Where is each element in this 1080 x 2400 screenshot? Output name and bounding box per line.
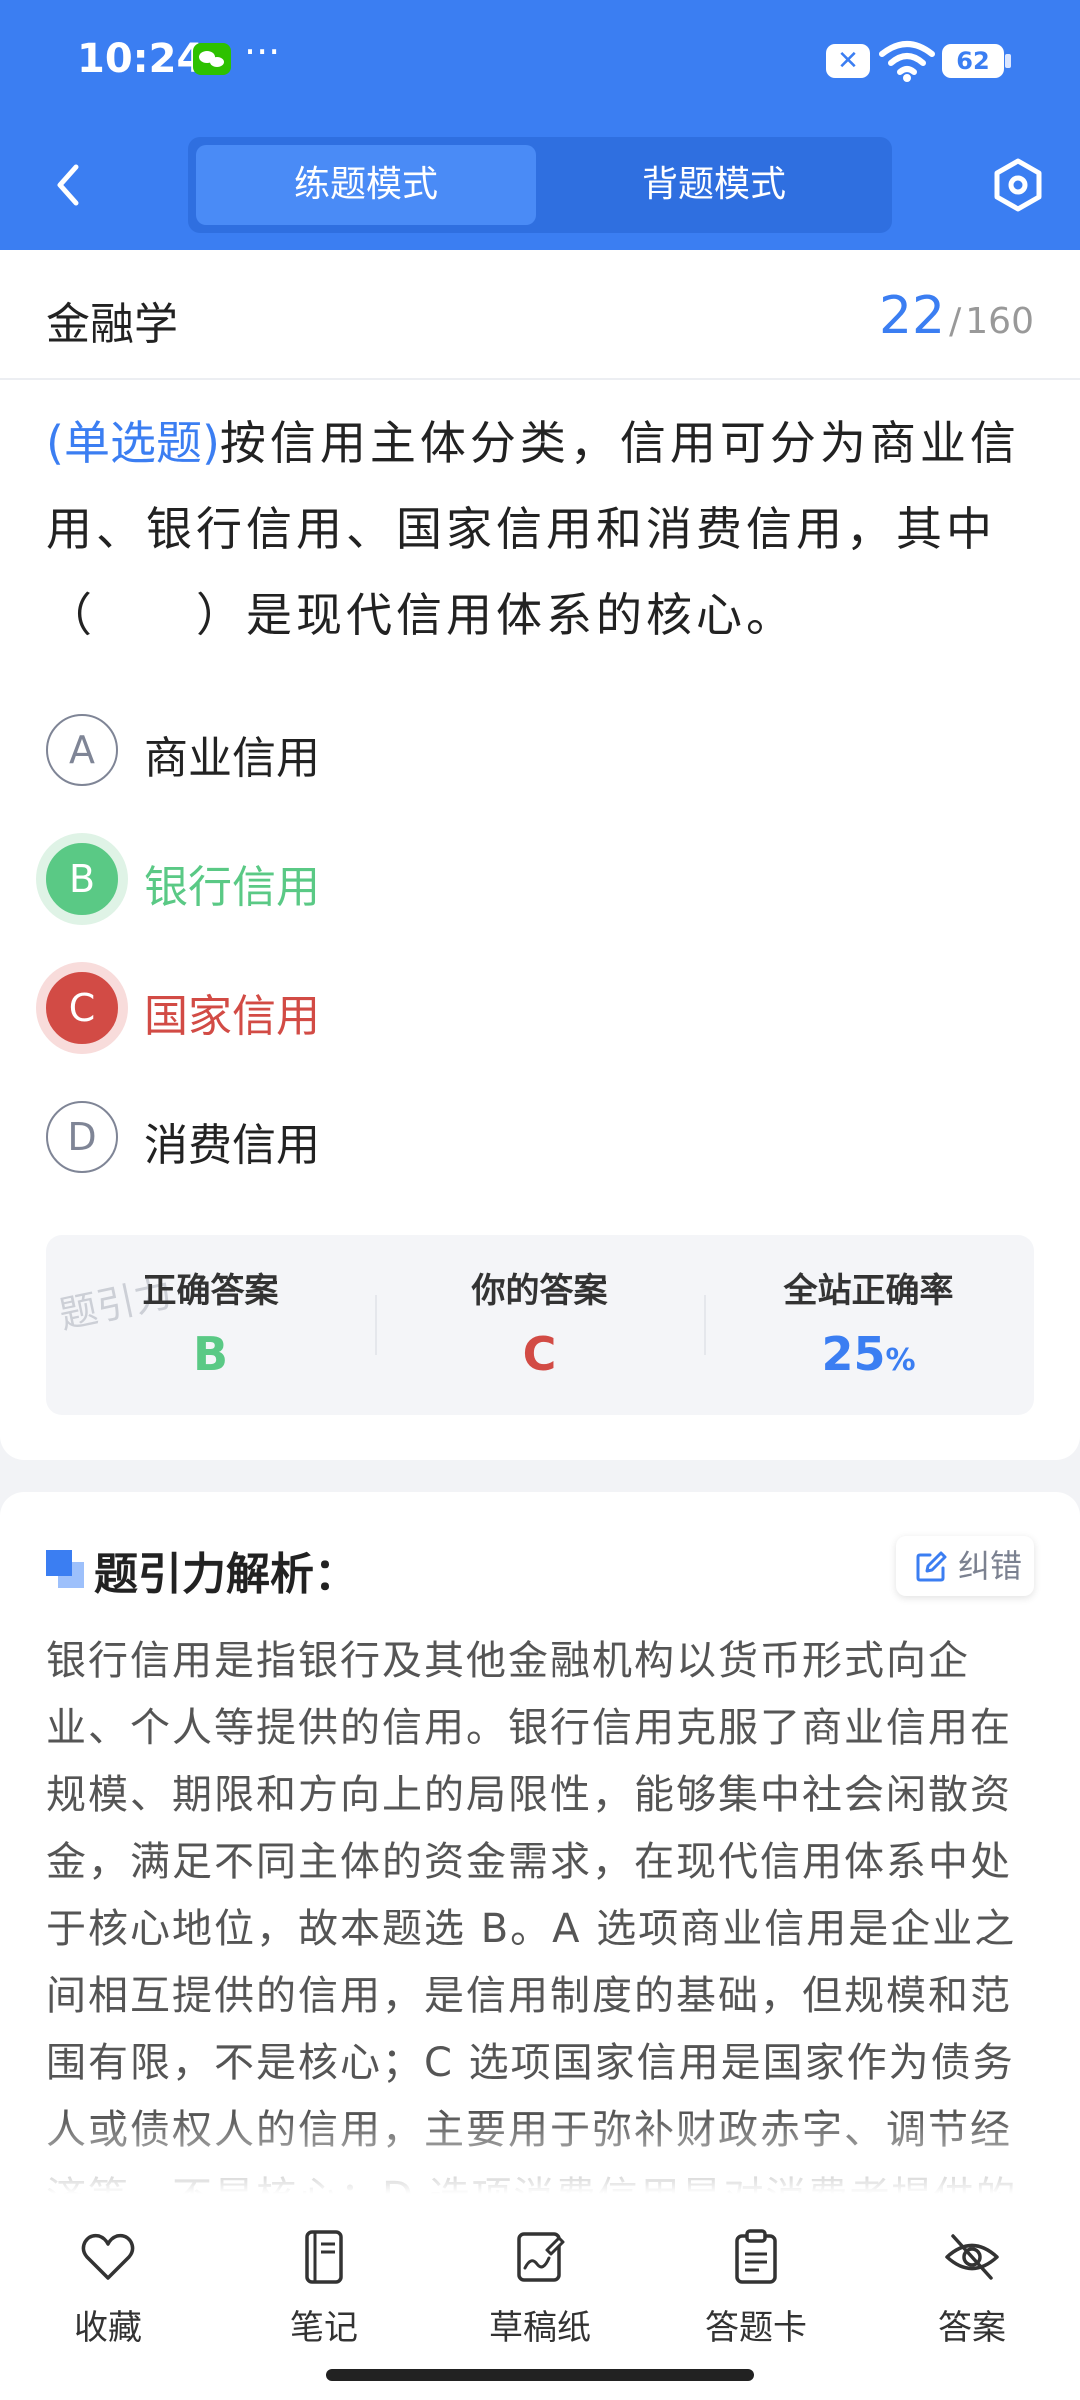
settings-icon[interactable]	[990, 157, 1046, 213]
your-answer-value: C	[522, 1327, 557, 1381]
option-a[interactable]: A 商业信用	[46, 710, 946, 790]
site-accuracy-block: 全站正确率 25%	[704, 1235, 1033, 1415]
battery-indicator: 62	[942, 44, 1011, 78]
tab-answer[interactable]: 答案	[872, 2228, 1072, 2358]
tab-practice-mode[interactable]: 练题模式	[196, 145, 536, 225]
total-question-count: 160	[965, 301, 1034, 342]
wechat-icon	[193, 43, 231, 75]
correct-answer-label: 正确答案	[142, 1271, 279, 1311]
site-accuracy-number: 25	[821, 1327, 886, 1381]
option-text: 消费信用	[144, 1120, 320, 1171]
option-letter: C	[46, 972, 118, 1044]
analysis-body: 银行信用是指银行及其他金融机构以货币形式向企业、个人等提供的信用。银行信用克服了…	[46, 1638, 1017, 2194]
draft-icon	[517, 2232, 565, 2282]
home-indicator[interactable]	[326, 2369, 754, 2381]
tab-label: 笔记	[290, 2308, 358, 2348]
current-question-number: 22	[878, 286, 946, 346]
question-type-tag: (单选题)	[46, 416, 220, 470]
answer-summary: 题引力 正确答案 B 你的答案 C 全站正确率 25%	[46, 1235, 1034, 1415]
heart-icon	[81, 2233, 135, 2280]
tab-notes[interactable]: 笔记	[224, 2228, 424, 2358]
clipboard-icon	[735, 2229, 777, 2284]
option-letter: A	[46, 714, 118, 786]
tab-favorite[interactable]: 收藏	[8, 2228, 208, 2358]
analysis-title: 题引力解析：	[94, 1549, 358, 1600]
option-d[interactable]: D 消费信用	[46, 1097, 946, 1177]
wifi-icon	[879, 41, 935, 82]
option-text: 银行信用	[144, 862, 320, 913]
report-error-button[interactable]: 纠错	[896, 1536, 1034, 1596]
signal-off-icon: ✕	[826, 44, 870, 78]
tab-memorize-mode[interactable]: 背题模式	[544, 145, 884, 225]
your-answer-label: 你的答案	[471, 1271, 608, 1311]
more-notifications-icon: ···	[244, 30, 281, 74]
option-letter: B	[46, 843, 118, 915]
tab-draft-paper[interactable]: 草稿纸	[440, 2228, 640, 2358]
correct-answer-block: 正确答案 B	[46, 1235, 375, 1415]
tab-answer-sheet[interactable]: 答题卡	[656, 2228, 856, 2358]
option-text: 国家信用	[144, 991, 320, 1042]
option-c[interactable]: C 国家信用	[46, 968, 946, 1048]
option-letter: D	[46, 1101, 118, 1173]
subject-bar: 金融学 22/160	[0, 250, 1080, 380]
status-bar: 10:24 ··· ✕ 62	[0, 0, 1080, 125]
notebook-icon	[305, 2230, 343, 2284]
tab-label: 答案	[938, 2308, 1006, 2348]
tab-label: 草稿纸	[489, 2308, 591, 2348]
question-text: (单选题)按信用主体分类，信用可分为商业信用、银行信用、国家信用和消费信用，其中…	[46, 400, 1036, 658]
status-time: 10:24	[77, 36, 205, 82]
nav-bar: 练题模式 背题模式	[0, 125, 1080, 250]
mode-switch: 练题模式 背题模式	[188, 137, 892, 233]
back-icon[interactable]	[40, 155, 100, 215]
option-text: 商业信用	[144, 733, 320, 784]
site-accuracy-unit: %	[885, 1343, 916, 1378]
your-answer-block: 你的答案 C	[375, 1235, 704, 1415]
site-accuracy-label: 全站正确率	[783, 1271, 954, 1311]
site-accuracy-value: 25%	[704, 1327, 1033, 1381]
tab-label: 答题卡	[705, 2308, 807, 2348]
question-progress: 22/160	[878, 286, 1034, 346]
app-header: 10:24 ··· ✕ 62 练题模式 背题模式	[0, 0, 1080, 250]
analysis-card: 题引力解析： 纠错 银行信用是指银行及其他金融机构以货币形式向企业、个人等提供的…	[0, 1492, 1080, 2232]
analysis-icon	[46, 1550, 84, 1588]
report-error-label: 纠错	[958, 1547, 1023, 1585]
subject-title: 金融学	[46, 299, 178, 350]
eye-off-icon	[945, 2234, 999, 2280]
option-b[interactable]: B 银行信用	[46, 839, 946, 919]
question-card: 金融学 22/160 (单选题)按信用主体分类，信用可分为商业信用、银行信用、国…	[0, 250, 1080, 1460]
tab-label: 收藏	[74, 2308, 142, 2348]
edit-icon	[916, 1551, 947, 1582]
correct-answer-value: B	[192, 1327, 229, 1381]
